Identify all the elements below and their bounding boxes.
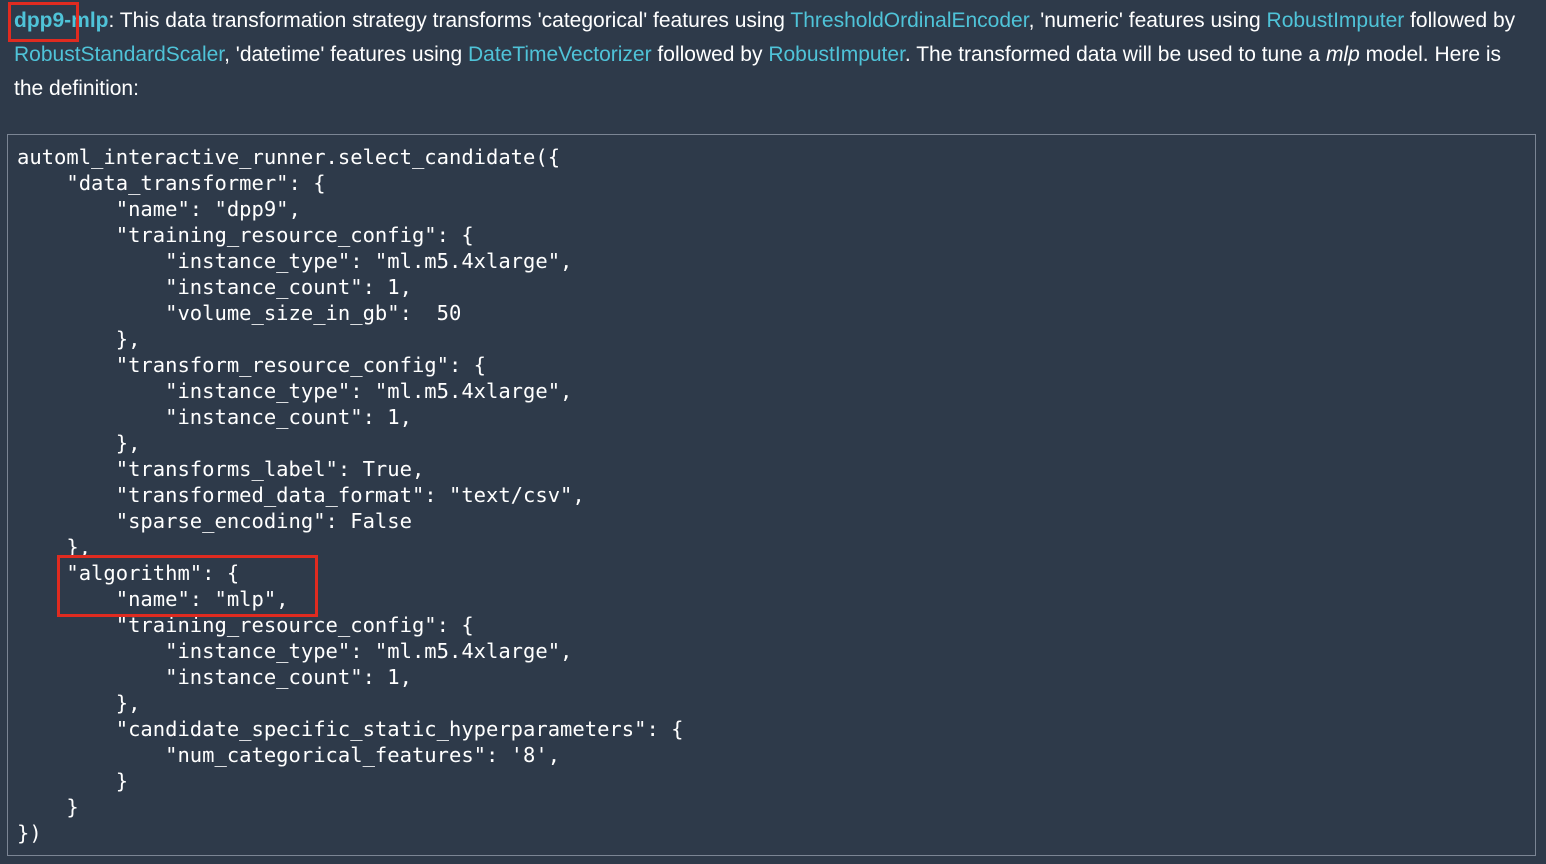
code-line: automl_interactive_runner.select_candida… (17, 145, 561, 169)
code-line: "instance_type": "ml.m5.4xlarge", (17, 379, 573, 403)
code-line: "data_transformer": { (17, 171, 326, 195)
description-text-4: , 'datetime' features using (224, 43, 468, 66)
code-line: "instance_count": 1, (17, 275, 412, 299)
code-line: "training_resource_config": { (17, 613, 474, 637)
description-text-2: , 'numeric' features using (1028, 9, 1267, 32)
robust-imputer-link[interactable]: RobustImputer (1267, 9, 1405, 32)
code-line: "num_categorical_features": '8', (17, 743, 561, 767)
code-block: automl_interactive_runner.select_candida… (7, 134, 1536, 856)
code-line: "volume_size_in_gb": 50 (17, 301, 462, 325)
description-text-5: followed by (651, 43, 769, 66)
code-line: "training_resource_config": { (17, 223, 474, 247)
candidate-name-suffix-link[interactable]: mlp (71, 9, 108, 32)
code-line: "algorithm": { (17, 561, 240, 585)
code-line: "transformed_data_format": "text/csv", (17, 483, 585, 507)
code-line: }) (17, 821, 42, 845)
model-name: mlp (1325, 43, 1360, 66)
robust-standard-scaler-link[interactable]: RobustStandardScaler (14, 43, 224, 66)
description-text-3: followed by (1404, 9, 1516, 32)
code-line: "transforms_label": True, (17, 457, 425, 481)
code-line: "candidate_specific_static_hyperparamete… (17, 717, 684, 741)
datetime-vectorizer-link[interactable]: DateTimeVectorizer (468, 43, 652, 66)
code-line: "instance_count": 1, (17, 405, 412, 429)
description-text-6: . The transformed data will be used to t… (904, 43, 1326, 66)
code-line: "instance_type": "ml.m5.4xlarge", (17, 249, 573, 273)
code-text: automl_interactive_runner.select_candida… (17, 144, 683, 846)
code-line: } (17, 769, 129, 793)
threshold-ordinal-encoder-link[interactable]: ThresholdOrdinalEncoder (790, 9, 1028, 32)
candidate-name-prefix-link[interactable]: dpp9 (14, 9, 64, 32)
code-line: }, (17, 691, 141, 715)
code-line: }, (17, 327, 141, 351)
code-line: "transform_resource_config": { (17, 353, 486, 377)
code-line: }, (17, 431, 141, 455)
candidate-description: dpp9-mlp: This data transformation strat… (14, 4, 1534, 106)
description-text-1: : This data transformation strategy tran… (108, 9, 791, 32)
code-line: }, (17, 535, 92, 559)
robust-imputer-link-2[interactable]: RobustImputer (768, 43, 905, 66)
code-line: "instance_type": "ml.m5.4xlarge", (17, 639, 573, 663)
code-line: "instance_count": 1, (17, 665, 412, 689)
code-line: "name": "dpp9", (17, 197, 301, 221)
code-line: } (17, 795, 79, 819)
code-line: "sparse_encoding": False (17, 509, 412, 533)
code-line: "name": "mlp", (17, 587, 289, 611)
